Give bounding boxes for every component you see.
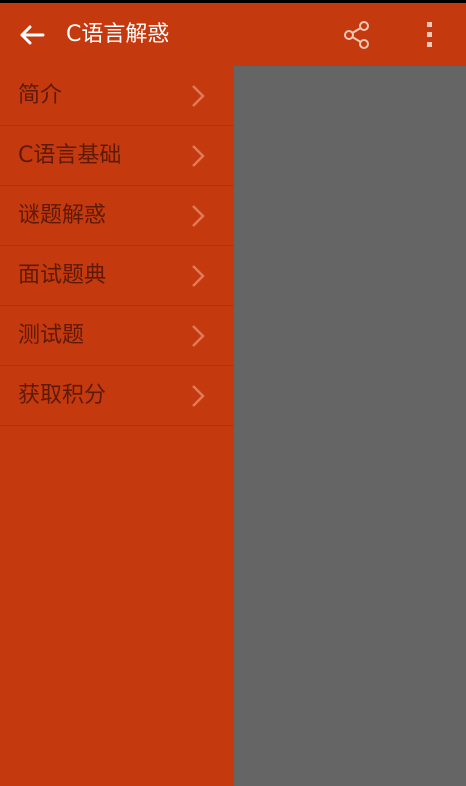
drawer-item-label: 简介: [18, 83, 63, 108]
drawer-item-puzzles[interactable]: 谜题解惑: [0, 186, 234, 246]
more-options-button[interactable]: [410, 15, 450, 55]
back-button[interactable]: [12, 15, 52, 55]
app-title: C语言解惑: [66, 22, 170, 47]
share-icon: [344, 21, 369, 49]
drawer-item-c-basics[interactable]: C语言基础: [0, 126, 234, 186]
share-button[interactable]: [336, 15, 376, 55]
drawer-item-interview[interactable]: 面试题典: [0, 246, 234, 306]
chevron-right-icon: [192, 265, 205, 287]
drawer-item-label: 测试题: [18, 323, 85, 348]
chevron-right-icon: [192, 325, 205, 347]
drawer-item-label: C语言基础: [18, 143, 122, 168]
navigation-drawer: 简介 C语言基础 谜题解惑 面试题典 测试题 获取积分: [0, 66, 234, 786]
drawer-item-tests[interactable]: 测试题: [0, 306, 234, 366]
arrow-left-icon: [20, 25, 45, 45]
drawer-item-points[interactable]: 获取积分: [0, 366, 234, 426]
drawer-item-label: 谜题解惑: [18, 203, 107, 228]
drawer-item-intro[interactable]: 简介: [0, 66, 234, 126]
more-vertical-icon: [427, 22, 432, 47]
app-bar: C语言解惑: [0, 3, 466, 66]
chevron-right-icon: [192, 85, 205, 107]
chevron-right-icon: [192, 205, 205, 227]
content-scrim[interactable]: [234, 66, 466, 786]
drawer-item-label: 获取积分: [18, 383, 107, 408]
app-screen: C语言解惑 简介 C语言基础 谜题解惑 面试题典 测试题 获取积分: [0, 0, 466, 786]
drawer-item-label: 面试题典: [18, 263, 107, 288]
chevron-right-icon: [192, 385, 205, 407]
chevron-right-icon: [192, 145, 205, 167]
